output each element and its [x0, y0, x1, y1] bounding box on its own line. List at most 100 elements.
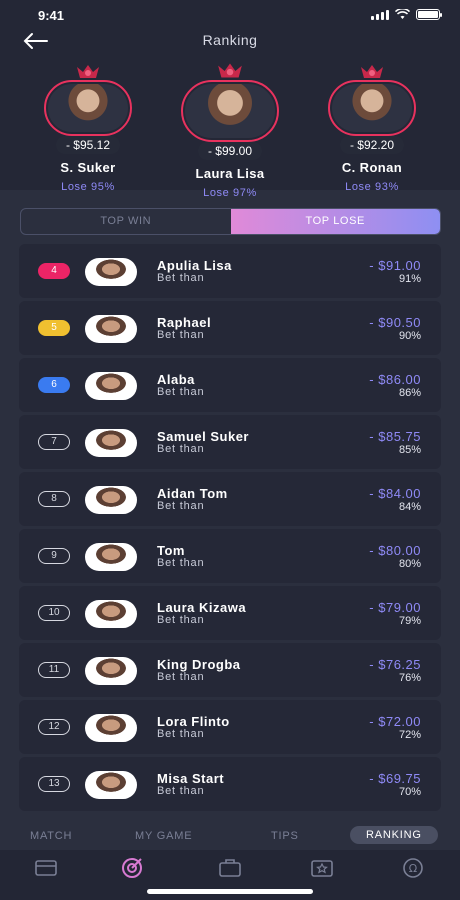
podium-amount: - $95.12 — [55, 136, 121, 154]
tab-ranking[interactable]: RANKING — [350, 826, 438, 844]
player-amount: - $84.00 — [369, 486, 421, 501]
player-amount: - $72.00 — [369, 714, 421, 729]
player-amount: - $86.00 — [369, 372, 421, 387]
podium-lose: Lose 93% — [345, 181, 399, 193]
player-subtitle: Bet than — [157, 272, 205, 284]
list-item[interactable]: 9 Tom Bet than - $80.00 80% — [19, 529, 441, 583]
avatar — [85, 714, 137, 742]
player-percent: 85% — [398, 444, 421, 456]
avatar — [85, 600, 137, 628]
podium-amount: - $92.20 — [339, 136, 405, 154]
star-tray-icon[interactable] — [309, 855, 335, 881]
target-icon[interactable] — [119, 855, 145, 881]
rank-badge: 7 — [38, 434, 70, 450]
tab-top-win[interactable]: TOP WIN — [21, 209, 231, 234]
avatar — [181, 80, 279, 142]
ranking-list: 4 Apulia Lisa Bet than - $91.00 91% 5 Raphael… — [19, 244, 441, 814]
avatar — [85, 486, 137, 514]
podium-first[interactable]: - $99.00 Laura Lisa Lose 97% — [180, 62, 280, 199]
player-name: Alaba — [157, 372, 195, 387]
player-percent: 84% — [398, 501, 421, 513]
status-time: 9:41 — [38, 8, 65, 23]
player-percent: 70% — [398, 786, 421, 798]
player-name: Raphael — [157, 315, 212, 330]
player-subtitle: Bet than — [157, 671, 205, 683]
list-item[interactable]: 10 Laura Kizawa Bet than - $79.00 79% — [19, 586, 441, 640]
player-percent: 86% — [398, 387, 421, 399]
rank-badge: 13 — [38, 776, 70, 792]
rank-badge: 4 — [38, 263, 70, 279]
player-name: Aidan Tom — [157, 486, 228, 501]
podium-name: Laura Lisa — [195, 166, 265, 181]
card-icon[interactable] — [33, 855, 59, 881]
list-item[interactable]: 13 Misa Start Bet than - $69.75 70% — [19, 757, 441, 811]
podium-third[interactable]: - $92.20 C. Ronan Lose 93% — [327, 64, 417, 193]
rank-badge: 9 — [38, 548, 70, 564]
player-name: Apulia Lisa — [157, 258, 232, 273]
omega-icon[interactable]: Ω — [400, 855, 426, 881]
win-lose-tabs: TOP WIN TOP LOSE — [20, 208, 441, 235]
tab-top-lose[interactable]: TOP LOSE — [230, 209, 440, 234]
avatar — [85, 657, 137, 685]
podium-second[interactable]: - $95.12 S. Suker Lose 95% — [43, 64, 133, 193]
avatar — [85, 771, 137, 799]
player-subtitle: Bet than — [157, 386, 205, 398]
list-item[interactable]: 11 King Drogba Bet than - $76.25 76% — [19, 643, 441, 697]
player-name: Tom — [157, 543, 185, 558]
skull-badge-icon — [361, 65, 383, 78]
avatar — [44, 80, 132, 136]
player-amount: - $80.00 — [369, 543, 421, 558]
tab-match[interactable]: MATCH — [30, 830, 72, 842]
avatar — [85, 258, 137, 286]
list-item[interactable]: 5 Raphael Bet than - $90.50 90% — [19, 301, 441, 355]
signal-icon — [371, 9, 389, 20]
rank-badge: 6 — [38, 377, 70, 393]
list-item[interactable]: 8 Aidan Tom Bet than - $84.00 84% — [19, 472, 441, 526]
player-percent: 72% — [398, 729, 421, 741]
avatar — [328, 80, 416, 136]
player-name: Misa Start — [157, 771, 225, 786]
player-percent: 79% — [398, 615, 421, 627]
status-bar: 9:41 — [38, 8, 442, 23]
header: Ranking — [0, 30, 460, 52]
home-indicator[interactable] — [147, 889, 313, 894]
list-item[interactable]: 6 Alaba Bet than - $86.00 86% — [19, 358, 441, 412]
player-subtitle: Bet than — [157, 728, 205, 740]
podium-amount: - $99.00 — [197, 142, 263, 160]
wifi-icon — [395, 9, 410, 19]
player-name: Lora Flinto — [157, 714, 230, 729]
page-title: Ranking — [202, 32, 258, 48]
briefcase-icon[interactable] — [217, 855, 243, 881]
player-amount: - $79.00 — [369, 600, 421, 615]
player-percent: 90% — [398, 330, 421, 342]
podium-name: C. Ronan — [341, 160, 403, 175]
podium-name: S. Suker — [60, 160, 116, 175]
player-name: Laura Kizawa — [157, 600, 247, 615]
rank-badge: 8 — [38, 491, 70, 507]
svg-text:Ω: Ω — [409, 862, 417, 875]
player-subtitle: Bet than — [157, 329, 205, 341]
tab-tips[interactable]: TIPS — [271, 830, 299, 842]
podium: - $95.12 S. Suker Lose 95% - $99.00 Laur… — [0, 63, 460, 199]
avatar — [85, 315, 137, 343]
podium-lose: Lose 97% — [203, 187, 257, 199]
rank-badge: 12 — [38, 719, 70, 735]
list-item[interactable]: 4 Apulia Lisa Bet than - $91.00 91% — [19, 244, 441, 298]
list-item[interactable]: 7 Samuel Suker Bet than - $85.75 85% — [19, 415, 441, 469]
player-name: King Drogba — [157, 657, 241, 672]
player-percent: 91% — [398, 273, 421, 285]
avatar — [85, 429, 137, 457]
skull-badge-icon — [218, 63, 242, 78]
tab-my-game[interactable]: MY GAME — [135, 830, 192, 842]
player-amount: - $69.75 — [369, 771, 421, 786]
status-icons — [371, 9, 442, 20]
player-percent: 80% — [398, 558, 421, 570]
player-name: Samuel Suker — [157, 429, 249, 444]
rank-badge: 5 — [38, 320, 70, 336]
rank-badge: 10 — [38, 605, 70, 621]
player-subtitle: Bet than — [157, 500, 205, 512]
battery-icon — [416, 9, 442, 20]
list-item[interactable]: 12 Lora Flinto Bet than - $72.00 72% — [19, 700, 441, 754]
bottom-tabs: MATCH MY GAME TIPS RANKING — [0, 826, 460, 846]
player-amount: - $90.50 — [369, 315, 421, 330]
